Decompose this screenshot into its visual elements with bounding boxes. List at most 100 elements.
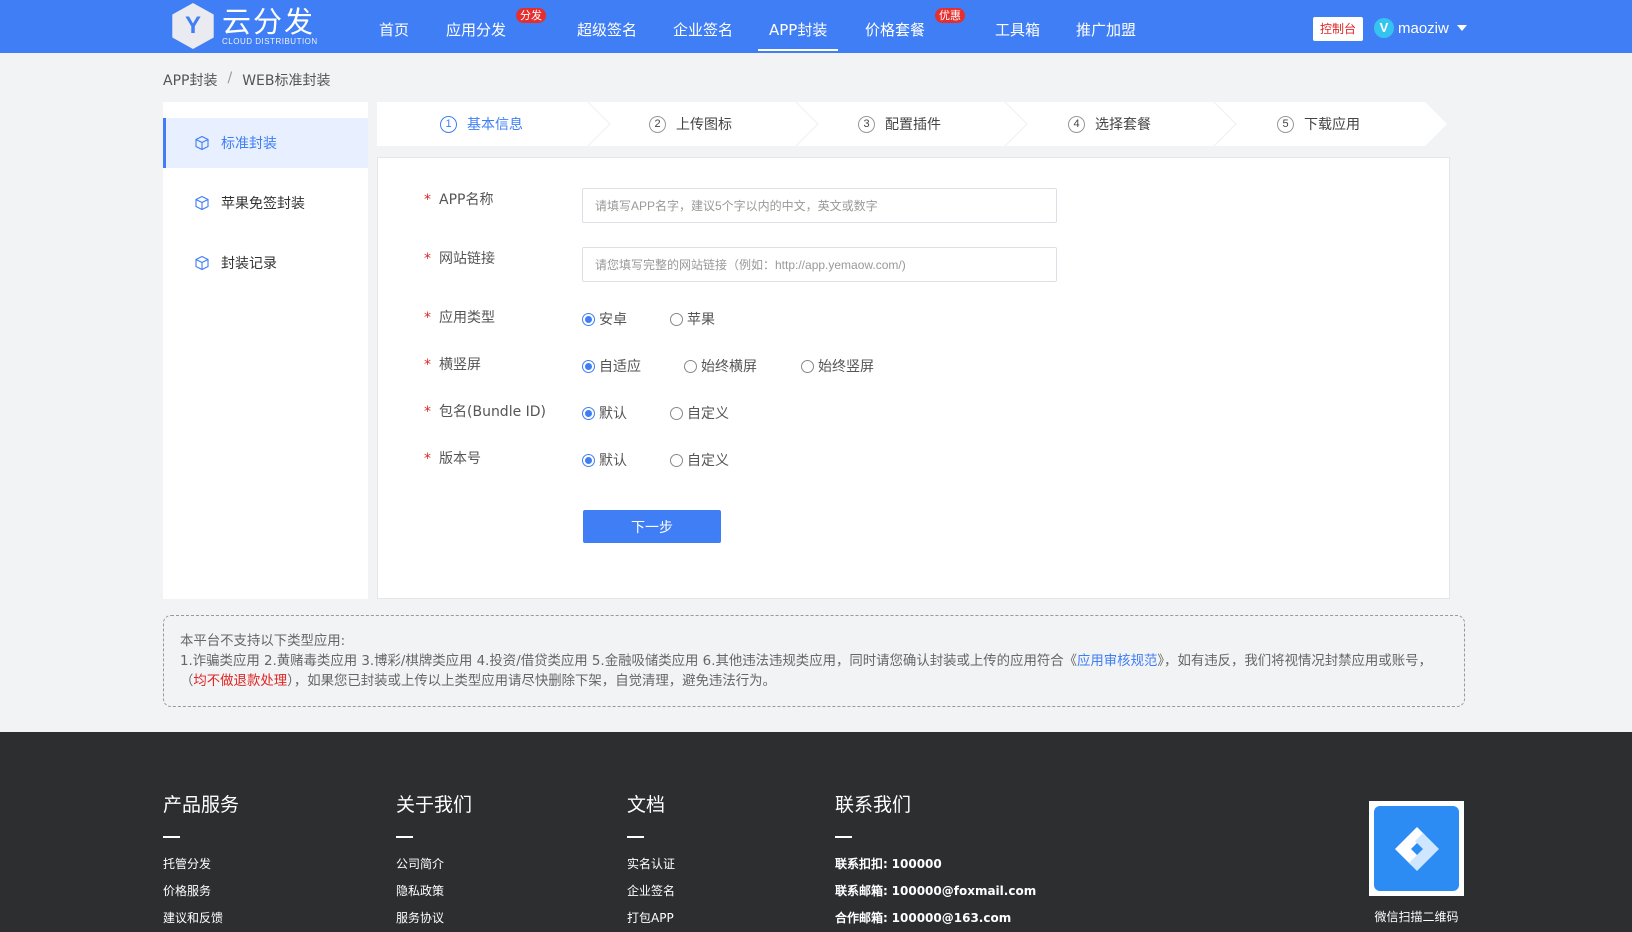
footer-link-enterprise-sign[interactable]: 企业签名: [627, 884, 675, 911]
nav-pricing[interactable]: 价格套餐: [865, 19, 925, 40]
app-name-label: * APP名称: [424, 192, 494, 208]
radio-adaptive[interactable]: 自适应: [582, 356, 641, 376]
step-configure-plugins: 3 配置插件: [858, 102, 941, 146]
nav-home[interactable]: 首页: [379, 19, 409, 40]
step-progress: 1 基本信息 2 上传图标 3 配置插件 4 选择套餐 5 下载应用: [377, 102, 1447, 146]
next-step-button[interactable]: 下一步: [583, 510, 721, 543]
cube-icon: [195, 135, 209, 151]
contact-email: 联系邮箱: 100000@foxmail.com: [835, 884, 1037, 898]
step-label: 配置插件: [885, 117, 941, 133]
breadcrumb-separator: /: [227, 70, 233, 86]
radio-always-landscape[interactable]: 始终横屏: [684, 356, 757, 376]
radio-dot: [582, 312, 595, 326]
contact-qq: 联系扣扣: 100000: [835, 857, 942, 871]
divider: [627, 836, 644, 838]
radio-dot: [670, 453, 683, 467]
nav-enterprise-signature[interactable]: 企业签名: [673, 19, 733, 40]
sidebar: 标准封装 苹果免签封装 封装记录: [163, 102, 368, 599]
sidebar-item-package-records[interactable]: 封装记录: [163, 238, 368, 288]
sidebar-item-apple-free-signature[interactable]: 苹果免签封装: [163, 178, 368, 228]
cube-icon: [195, 255, 209, 271]
footer-contact: 联系我们 联系扣扣: 100000 联系邮箱: 100000@foxmail.c…: [835, 790, 1036, 932]
footer-heading: 文档: [627, 794, 666, 816]
sidebar-item-standard-package[interactable]: 标准封装: [163, 118, 368, 168]
radio-always-portrait[interactable]: 始终竖屏: [801, 356, 874, 376]
footer-heading: 关于我们: [396, 794, 473, 816]
site-url-input[interactable]: [582, 247, 1057, 282]
radio-android[interactable]: 安卓: [582, 309, 627, 329]
logo[interactable]: Y 云分发 CLOUD DISTRIBUTION: [170, 3, 318, 49]
step-download-app: 5 下载应用: [1277, 102, 1360, 146]
radio-bundle-custom[interactable]: 自定义: [670, 403, 729, 423]
radio-dot: [582, 359, 595, 373]
nav-super-signature[interactable]: 超级签名: [577, 19, 637, 40]
nav-promotion[interactable]: 推广加盟: [1076, 19, 1136, 40]
step-label: 基本信息: [467, 117, 523, 133]
radio-version-default[interactable]: 默认: [582, 450, 627, 470]
radio-dot: [582, 453, 595, 467]
radio-apple[interactable]: 苹果: [670, 309, 715, 329]
step-number: 5: [1277, 115, 1294, 133]
package-form: *APP名称 *网站链接 *应用类型 安卓 苹果 *横竖屏 自适应 始终横屏 始…: [377, 157, 1450, 599]
divider: [396, 836, 413, 838]
breadcrumb-root[interactable]: APP封装: [163, 70, 217, 90]
app-logo-icon: [1394, 826, 1439, 871]
site-url-label: * 网站链接: [424, 251, 495, 267]
no-refund-text: 均不做退款处理: [193, 674, 288, 689]
footer-link-pack-app[interactable]: 打包APP: [627, 911, 675, 932]
qr-caption: 微信扫描二维码: [1374, 910, 1459, 924]
footer-link-company[interactable]: 公司简介: [396, 857, 472, 884]
logo-icon: Y: [172, 3, 214, 49]
step-basic-info: 1 基本信息: [440, 102, 523, 146]
step-label: 下载应用: [1304, 117, 1360, 133]
footer-link-hosting[interactable]: 托管分发: [163, 857, 239, 884]
footer-heading: 联系我们: [835, 794, 912, 816]
review-policy-link[interactable]: 应用审核规范: [1077, 654, 1157, 669]
nav-badge-discount: 优惠: [935, 8, 965, 23]
avatar: V: [1374, 18, 1394, 38]
divider: [835, 836, 852, 838]
step-number: 1: [440, 115, 457, 133]
console-button[interactable]: 控制台: [1313, 17, 1363, 41]
footer-about: 关于我们 公司简介 隐私政策 服务协议: [396, 790, 472, 932]
radio-version-custom[interactable]: 自定义: [670, 450, 729, 470]
nav-badge-distribution: 分发: [516, 8, 546, 23]
username: maoziw: [1398, 19, 1449, 37]
breadcrumb: APP封装 / WEB标准封装: [163, 70, 330, 90]
top-navbar: Y 云分发 CLOUD DISTRIBUTION 首页 应用分发 分发 超级签名…: [0, 0, 1632, 53]
user-menu[interactable]: V maoziw: [1374, 18, 1467, 38]
radio-dot: [801, 359, 814, 373]
notice-body: 1.诈骗类应用 2.黄赌毒类应用 3.博彩/棋牌类应用 4.投资/借贷类应用 5…: [180, 654, 1432, 689]
footer-link-terms[interactable]: 服务协议: [396, 911, 472, 932]
notice-heading: 本平台不支持以下类型应用:: [180, 634, 346, 649]
divider: [163, 836, 180, 838]
step-number: 2: [649, 115, 666, 133]
chevron-down-icon: [1456, 25, 1467, 31]
footer-link-verification[interactable]: 实名认证: [627, 857, 675, 884]
policy-notice: 本平台不支持以下类型应用: 1.诈骗类应用 2.黄赌毒类应用 3.博彩/棋牌类应…: [163, 615, 1465, 707]
footer-link-feedback[interactable]: 建议和反馈: [163, 911, 239, 932]
nav-toolbox[interactable]: 工具箱: [995, 19, 1040, 40]
step-number: 3: [858, 115, 875, 133]
logo-name: 云分发: [222, 4, 316, 39]
radio-dot: [670, 312, 683, 326]
sidebar-item-label: 封装记录: [221, 256, 277, 272]
footer: 产品服务 托管分发 价格服务 建议和反馈 关于我们 公司简介 隐私政策 服务协议…: [0, 732, 1632, 932]
footer-link-pricing[interactable]: 价格服务: [163, 884, 239, 911]
step-label: 选择套餐: [1095, 117, 1151, 133]
step-choose-plan: 4 选择套餐: [1068, 102, 1151, 146]
sidebar-item-label: 标准封装: [221, 136, 277, 152]
step-number: 4: [1068, 115, 1085, 133]
radio-dot: [670, 406, 683, 420]
footer-products: 产品服务 托管分发 价格服务 建议和反馈: [163, 790, 239, 932]
sidebar-item-label: 苹果免签封装: [221, 196, 305, 212]
nav-app-package[interactable]: APP封装: [757, 19, 839, 51]
footer-heading: 产品服务: [163, 794, 240, 816]
version-label: * 版本号: [424, 451, 481, 467]
nav-app-distribution[interactable]: 应用分发: [446, 19, 506, 40]
logo-subtitle: CLOUD DISTRIBUTION: [222, 36, 318, 46]
app-name-input[interactable]: [582, 188, 1057, 223]
footer-link-privacy[interactable]: 隐私政策: [396, 884, 472, 911]
radio-bundle-default[interactable]: 默认: [582, 403, 627, 423]
bundle-id-label: * 包名(Bundle ID): [424, 404, 547, 420]
